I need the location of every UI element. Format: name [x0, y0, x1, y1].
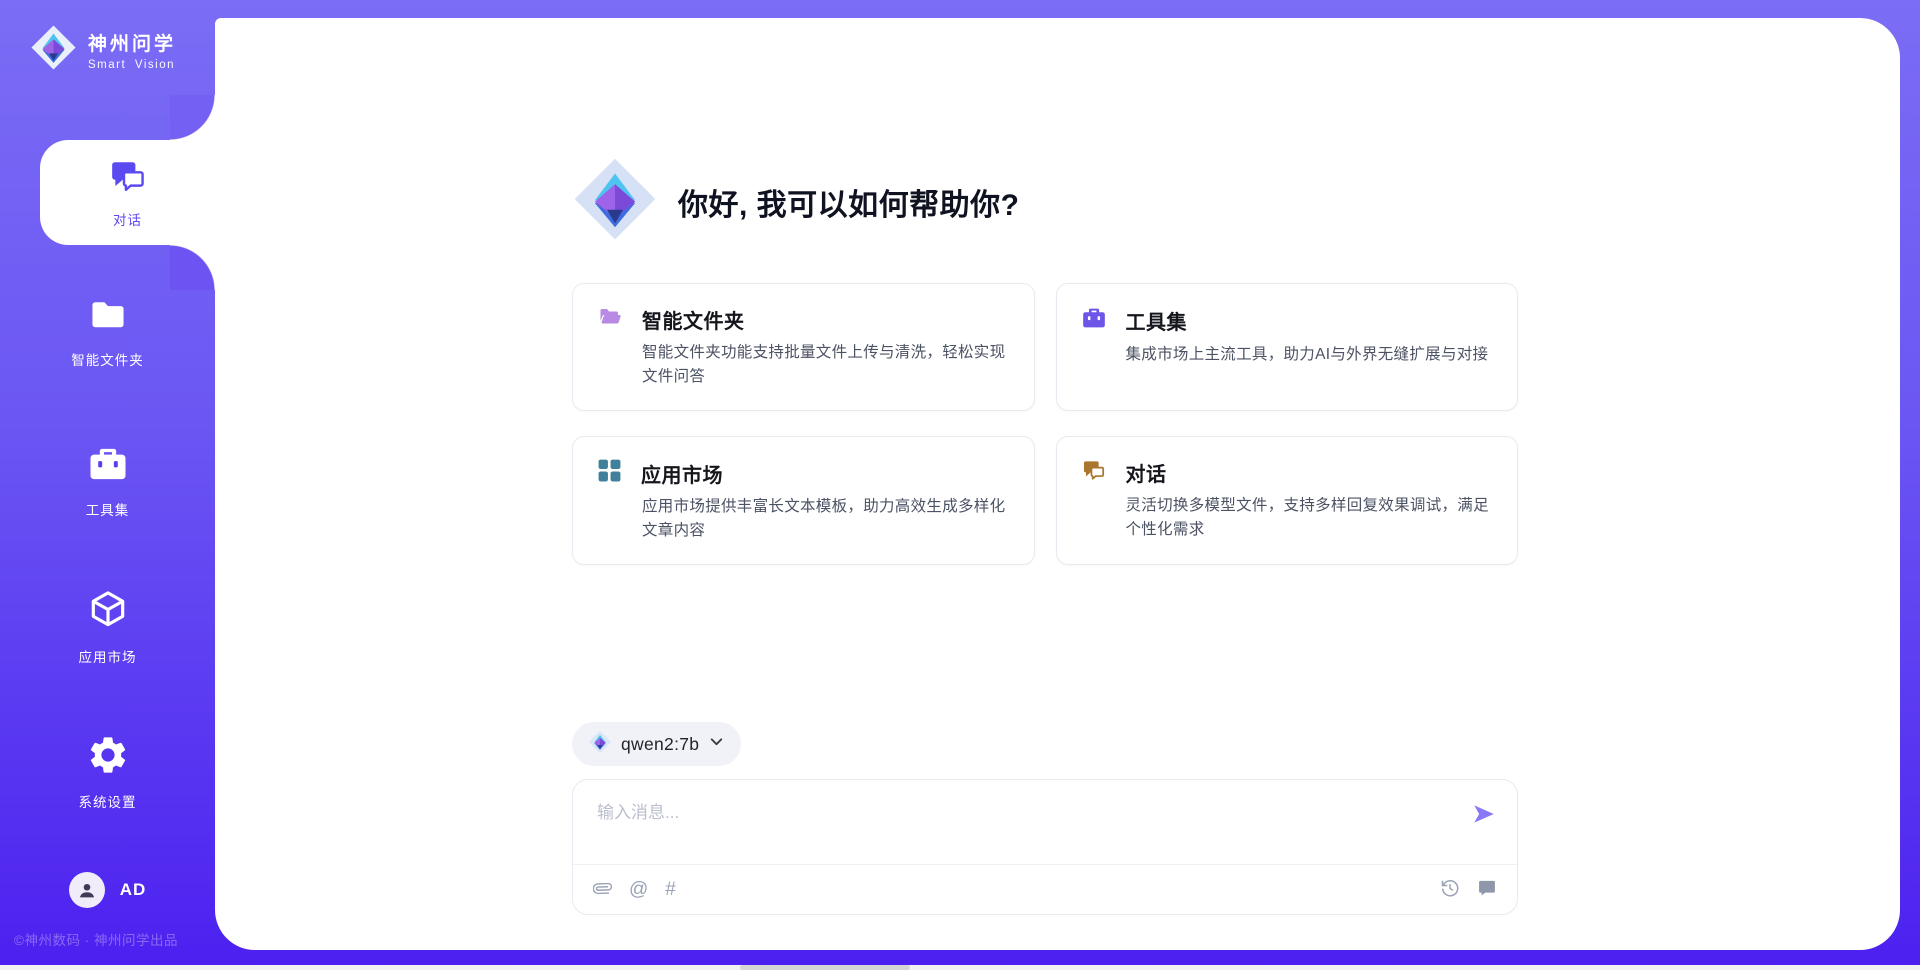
app-root: 神州问学 Smart Vision 对话 智能文件夹 [0, 0, 1920, 970]
diamond-logo-icon [588, 730, 612, 759]
sidebar-item-label: 工具集 [86, 499, 130, 519]
history-icon [1440, 878, 1460, 901]
hashtag-icon: # [665, 880, 676, 899]
card-description: 智能文件夹功能支持批量文件上传与清洗，轻松实现文件问答 [642, 341, 1010, 389]
send-button[interactable] [1471, 801, 1497, 827]
mention-button[interactable]: @ [629, 880, 648, 899]
history-button[interactable] [1440, 878, 1460, 901]
card-title: 智能文件夹 [642, 305, 745, 334]
user-name: AD [120, 880, 147, 900]
card-app-market[interactable]: 应用市场 应用市场提供丰富长文本模板，助力高效生成多样化文章内容 [572, 436, 1035, 565]
model-name: qwen2:7b [621, 734, 699, 755]
sidebar-item-label: 应用市场 [79, 646, 137, 666]
hashtag-button[interactable]: # [665, 880, 676, 899]
brand-name-en: Smart Vision [88, 59, 176, 71]
diamond-logo-icon [572, 156, 658, 247]
diamond-logo-icon [30, 24, 77, 76]
greeting-title: 你好, 我可以如何帮助你? [678, 180, 1020, 224]
sidebar-item-label: 系统设置 [79, 791, 137, 811]
sidebar-item-label: 对话 [113, 209, 142, 229]
card-toolset[interactable]: 工具集 集成市场上主流工具，助力AI与外界无缝扩展与对接 [1056, 283, 1519, 411]
folder-open-icon [597, 305, 623, 334]
brand-logo: 神州问学 Smart Vision [30, 24, 176, 76]
sidebar-item-smart-folder[interactable]: 智能文件夹 [0, 295, 215, 369]
toolbox-icon [86, 443, 130, 490]
message-composer: @ # [572, 779, 1518, 915]
sidebar-item-settings[interactable]: 系统设置 [0, 733, 215, 811]
folder-icon [86, 295, 130, 340]
chevron-down-icon [708, 733, 725, 755]
card-title: 应用市场 [641, 459, 723, 488]
greeting-block: 你好, 我可以如何帮助你? [572, 156, 1518, 247]
attach-icon [593, 879, 612, 901]
message-icon [1477, 878, 1497, 901]
scrollbar-thumb[interactable] [740, 965, 910, 970]
avatar [69, 872, 105, 908]
main-panel: 你好, 我可以如何帮助你? 智能文件夹 智能文件夹功能支持批量文件上传与清洗，轻… [215, 18, 1900, 950]
card-chat[interactable]: 对话 灵活切换多模型文件，支持多样回复效果调试，满足个性化需求 [1056, 436, 1519, 565]
cube-icon [86, 588, 130, 637]
attach-button[interactable] [593, 879, 612, 901]
sidebar-item-toolset[interactable]: 工具集 [0, 443, 215, 519]
gear-icon [86, 733, 130, 782]
toolbox-icon [1081, 305, 1107, 336]
chat-icon [1081, 458, 1107, 487]
copyright-footer: ©神州数码 · 神州问学出品 [14, 929, 178, 949]
card-smart-folder[interactable]: 智能文件夹 智能文件夹功能支持批量文件上传与清洗，轻松实现文件问答 [572, 283, 1035, 411]
card-title: 工具集 [1126, 306, 1188, 335]
message-input[interactable] [595, 796, 1459, 856]
feature-cards: 智能文件夹 智能文件夹功能支持批量文件上传与清洗，轻松实现文件问答 [572, 283, 1518, 565]
brand-name-cn: 神州问学 [88, 29, 176, 56]
model-selector[interactable]: qwen2:7b [572, 722, 741, 766]
sidebar-item-chat[interactable]: 对话 [40, 140, 215, 245]
tab-fillet-bottom [170, 245, 215, 290]
sidebar-item-app-market[interactable]: 应用市场 [0, 588, 215, 666]
card-title: 对话 [1126, 458, 1167, 487]
grid-icon [597, 458, 622, 488]
card-description: 灵活切换多模型文件，支持多样回复效果调试，满足个性化需求 [1126, 494, 1494, 542]
user-profile[interactable]: AD [0, 872, 215, 908]
tab-fillet-top [170, 95, 215, 140]
card-description: 集成市场上主流工具，助力AI与外界无缝扩展与对接 [1126, 343, 1494, 367]
send-icon [1471, 815, 1497, 830]
sidebar-item-label: 智能文件夹 [71, 349, 144, 369]
message-button[interactable] [1477, 878, 1497, 901]
mention-icon: @ [629, 880, 648, 899]
card-description: 应用市场提供丰富长文本模板，助力高效生成多样化文章内容 [642, 495, 1010, 543]
chat-icon [107, 157, 149, 200]
horizontal-scrollbar[interactable] [0, 965, 1920, 970]
